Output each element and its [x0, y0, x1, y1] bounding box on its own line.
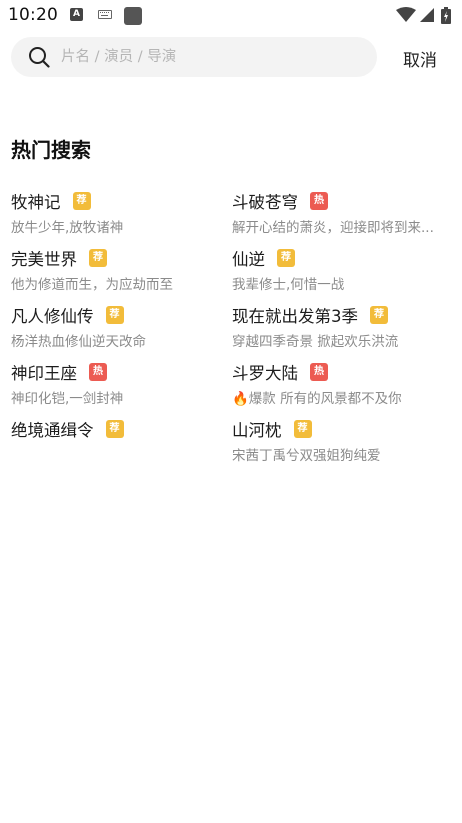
hot-item-title-row: 完美世界荐 [11, 245, 226, 271]
hot-search-item[interactable]: 斗罗大陆热 🔥爆款 所有的风景都不及你 [232, 359, 447, 411]
hot-item-badge: 荐 [370, 306, 388, 324]
search-input[interactable] [61, 37, 361, 77]
hot-item-title-row: 凡人修仙传荐 [11, 302, 226, 328]
hot-item-badge: 荐 [277, 249, 295, 267]
wifi-icon [396, 7, 416, 22]
hot-item-badge: 热 [89, 363, 107, 381]
hot-search-item[interactable]: 完美世界荐他为修道而生，为应劫而至 [11, 245, 226, 297]
hot-item-title-row: 山河枕荐 [232, 416, 447, 442]
app-square-icon [124, 7, 142, 25]
search-icon [29, 47, 50, 68]
hot-item-title: 斗罗大陆 [232, 364, 298, 383]
hot-item-desc: 我辈修士,何惜一战 [232, 277, 345, 293]
hot-item-desc: 宋茜丁禹兮双强姐狗纯爱 [232, 448, 381, 464]
hot-item-title: 完美世界 [11, 250, 77, 269]
cancel-button[interactable]: 取消 [403, 46, 437, 71]
hot-search-item[interactable]: 凡人修仙传荐杨洋热血修仙逆天改命 [11, 302, 226, 354]
hot-search-item[interactable]: 现在就出发第3季荐穿越四季奇景 掀起欢乐洪流 [232, 302, 447, 354]
hot-item-title-row: 绝境通缉令荐 [11, 416, 226, 442]
status-bar: 10:20 A [0, 0, 462, 32]
hot-item-title-row: 仙逆荐 [232, 245, 447, 271]
hot-search-item[interactable]: 山河枕荐宋茜丁禹兮双强姐狗纯爱 [232, 416, 447, 468]
hot-item-desc: 他为修道而生，为应劫而至 [11, 277, 173, 293]
hot-item-desc: 神印化铠,一剑封神 [11, 391, 124, 407]
hot-search-item[interactable]: 斗破苍穹热解开心结的萧炎，迎接即将到来... [232, 188, 447, 240]
keyboard-icon [98, 10, 112, 19]
hot-search-item[interactable]: 神印王座热神印化铠,一剑封神 [11, 359, 226, 411]
hot-item-desc: 解开心结的萧炎，迎接即将到来... [232, 220, 434, 236]
hot-item-title: 凡人修仙传 [11, 307, 94, 326]
hot-item-title: 斗破苍穹 [232, 193, 298, 212]
hot-item-title: 神印王座 [11, 364, 77, 383]
hot-item-title-row: 斗破苍穹热 [232, 188, 447, 214]
hot-search-item[interactable]: 绝境通缉令荐 [11, 416, 226, 468]
search-box[interactable] [11, 37, 377, 77]
signal-icon [420, 8, 434, 22]
hot-item-badge: 荐 [105, 306, 124, 324]
hot-item-desc: 🔥爆款 所有的风景都不及你 [232, 391, 402, 407]
hot-item-badge: 热 [310, 192, 328, 210]
hot-item-desc: 放牛少年,放牧诸神 [11, 220, 124, 236]
section-title: 热门搜索 [11, 138, 91, 162]
hot-item-title-row: 牧神记荐 [11, 188, 226, 214]
hot-item-badge: 荐 [72, 192, 91, 210]
hot-item-badge: 热 [310, 363, 328, 381]
hot-item-title: 牧神记 [11, 193, 61, 212]
hot-item-title: 绝境通缉令 [11, 421, 94, 440]
status-time: 10:20 [8, 5, 58, 25]
hot-item-badge: 荐 [89, 249, 107, 267]
hot-item-badge: 荐 [293, 420, 312, 438]
hot-search-item[interactable]: 牧神记荐放牛少年,放牧诸神 [11, 188, 226, 240]
hot-item-title-row: 神印王座热 [11, 359, 226, 385]
hot-item-desc: 穿越四季奇景 掀起欢乐洪流 [232, 334, 399, 350]
hot-item-desc: 杨洋热血修仙逆天改命 [11, 334, 146, 350]
hot-item-badge: 荐 [105, 420, 124, 438]
hot-item-title: 现在就出发第3季 [232, 307, 358, 326]
battery-icon [441, 7, 451, 24]
hot-item-title: 山河枕 [232, 421, 282, 440]
hot-item-title: 仙逆 [232, 250, 265, 269]
hot-item-title-row: 现在就出发第3季荐 [232, 302, 447, 328]
text-a-icon: A [70, 8, 83, 21]
hot-item-title-row: 斗罗大陆热 [232, 359, 447, 385]
hot-search-item[interactable]: 仙逆荐我辈修士,何惜一战 [232, 245, 447, 297]
